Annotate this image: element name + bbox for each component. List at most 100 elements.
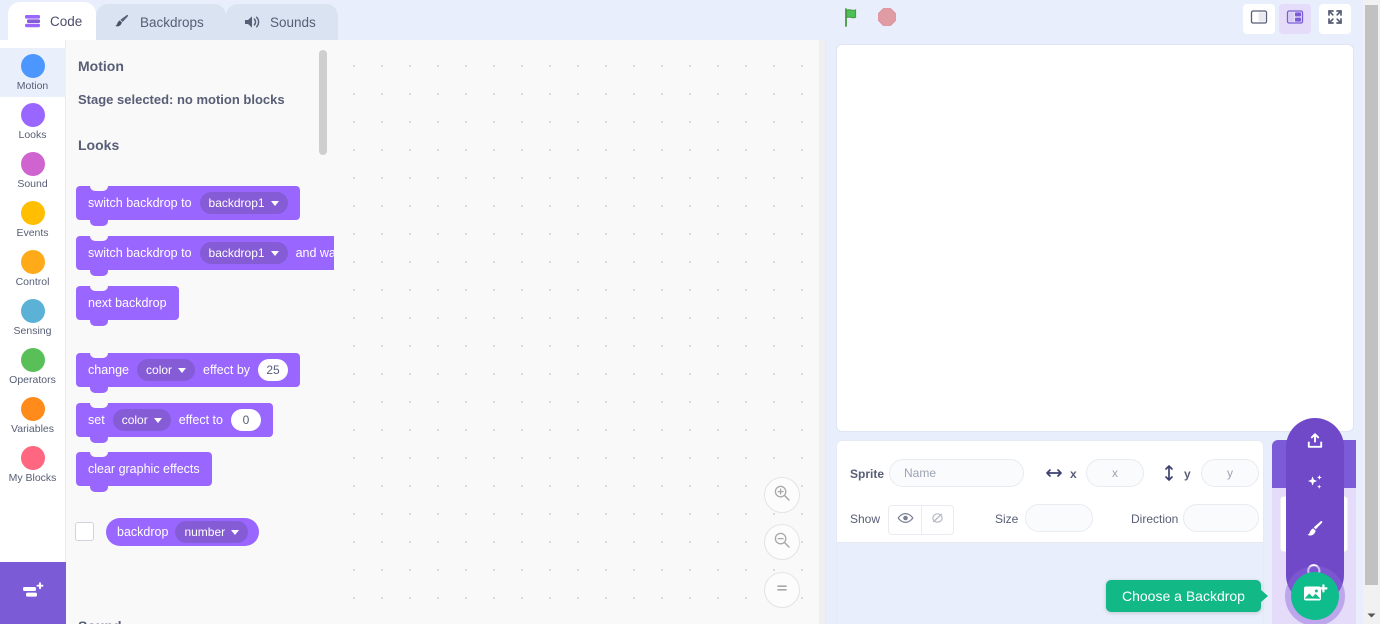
stage-canvas[interactable] [836,44,1354,432]
size-input[interactable] [1025,504,1093,532]
block-label: switch backdrop to [88,196,192,210]
tab-sounds[interactable]: Sounds [226,4,338,40]
backdrop-dropdown[interactable]: backdrop1 [199,192,288,214]
workspace-scrollbar[interactable] [819,40,825,624]
category-operators-label: Operators [9,373,56,386]
dropdown-value: color [121,413,148,427]
category-sound[interactable]: Sound [0,146,66,195]
surprise-backdrop-button[interactable] [1286,464,1344,506]
chevron-down-icon [270,200,279,206]
editor-tab-bar: Code Backdrops Sounds [0,0,1380,40]
block-label: next backdrop [88,296,167,310]
upload-backdrop-button[interactable] [1286,422,1344,464]
code-blocks-icon [24,11,42,31]
zoom-reset-icon [773,579,791,602]
y-input[interactable]: y [1201,459,1259,487]
backdrop-reporter-checkbox[interactable] [75,522,94,541]
tab-code[interactable]: Code [8,2,96,40]
choose-backdrop-tooltip-label: Choose a Backdrop [1122,588,1245,604]
category-events-label: Events [16,226,49,239]
backdrop-dropdown[interactable]: backdrop1 [199,242,288,264]
effect-dropdown[interactable]: color [112,409,171,431]
category-looks[interactable]: Looks [0,97,66,146]
category-variables[interactable]: Variables [0,391,66,440]
scroll-down-arrow-icon[interactable] [1363,607,1380,624]
x-label: x [1070,467,1077,481]
add-extension-button[interactable] [0,562,66,624]
category-sound-label: Sound [17,177,48,190]
category-my-blocks[interactable]: My Blocks [0,440,66,489]
block-palette[interactable]: Motion Stage selected: no motion blocks … [66,40,334,624]
chevron-down-icon [153,417,162,423]
dropdown-value: color [146,363,173,377]
category-control[interactable]: Control [0,244,66,293]
block-label-tail: and wait [295,246,334,260]
add-extension-icon [20,580,46,607]
paint-backdrop-button[interactable] [1286,510,1344,552]
sprite-name-input[interactable]: Name [889,459,1024,487]
browser-scrollbar[interactable] [1363,0,1380,624]
category-operators[interactable]: Operators [0,342,66,391]
sprite-name-label: Sprite [850,467,885,481]
direction-input[interactable] [1183,504,1259,532]
category-control-dot [20,249,45,274]
effect-value-input[interactable]: 0 [230,409,261,431]
sprite-info-panel: Sprite Name x x y y Show Size Direction [836,440,1264,543]
small-stage-button[interactable] [1243,4,1275,34]
block-change-effect[interactable]: change color effect by 25 [76,352,301,393]
block-label: set [88,413,105,427]
category-sensing-label: Sensing [13,324,52,337]
tab-backdrops-label: Backdrops [140,14,204,30]
fullscreen-button[interactable] [1319,4,1351,34]
tab-backdrops[interactable]: Backdrops [96,4,226,40]
x-input[interactable]: x [1086,459,1144,487]
effect-dropdown[interactable]: color [137,359,196,381]
zoom-out-button[interactable] [764,524,800,560]
category-events-dot [20,200,45,225]
browser-scrollbar-thumb[interactable] [1365,5,1378,585]
dropdown-value: backdrop1 [208,196,265,210]
hide-sprite-button[interactable] [921,506,953,534]
category-sensing-dot [20,298,45,323]
large-stage-button[interactable] [1279,4,1311,34]
block-set-effect[interactable]: set color effect to 0 [76,402,273,443]
stage-wrapper [836,44,1354,432]
y-label: y [1184,467,1191,481]
effect-amount-input[interactable]: 25 [258,359,289,381]
block-clear-graphic-effects[interactable]: clear graphic effects [76,451,212,492]
backdrop-number-dropdown[interactable]: number [175,521,249,543]
zoom-out-icon [773,531,791,554]
dropdown-value: number [184,525,226,539]
category-looks-label: Looks [18,128,47,141]
stop-button[interactable] [872,4,902,34]
size-label: Size [995,512,1019,526]
add-backdrop-button[interactable] [1291,572,1339,620]
block-label: clear graphic effects [88,462,200,476]
palette-motion-note: Stage selected: no motion blocks [78,92,285,107]
surprise-icon [1304,472,1326,499]
palette-scrollbar[interactable] [319,50,327,155]
chevron-down-icon [178,367,187,373]
block-switch-backdrop-to[interactable]: switch backdrop to backdrop1 [76,185,300,226]
code-workspace[interactable] [334,40,826,624]
category-sensing[interactable]: Sensing [0,293,66,342]
block-switch-backdrop-and-wait[interactable]: switch backdrop to backdrop1 and wait [76,235,334,276]
choose-backdrop-tooltip[interactable]: Choose a Backdrop [1106,580,1268,612]
show-hide-toggle[interactable] [888,505,954,535]
green-flag-icon [842,6,864,33]
green-flag-button[interactable] [838,4,868,34]
category-events[interactable]: Events [0,195,66,244]
block-backdrop-reporter[interactable]: backdrop number [106,518,260,546]
tab-code-label: Code [50,13,83,29]
tab-sounds-label: Sounds [270,14,316,30]
zoom-in-button[interactable] [764,477,800,513]
show-sprite-button[interactable] [889,506,921,534]
category-control-label: Control [15,275,50,288]
show-label: Show [850,512,881,526]
stop-sign-icon [877,7,897,32]
category-motion[interactable]: Motion [0,48,66,97]
category-variables-dot [20,396,45,421]
zoom-reset-button[interactable] [764,572,800,608]
category-my-blocks-label: My Blocks [8,471,57,484]
block-next-backdrop[interactable]: next backdrop [76,285,179,326]
